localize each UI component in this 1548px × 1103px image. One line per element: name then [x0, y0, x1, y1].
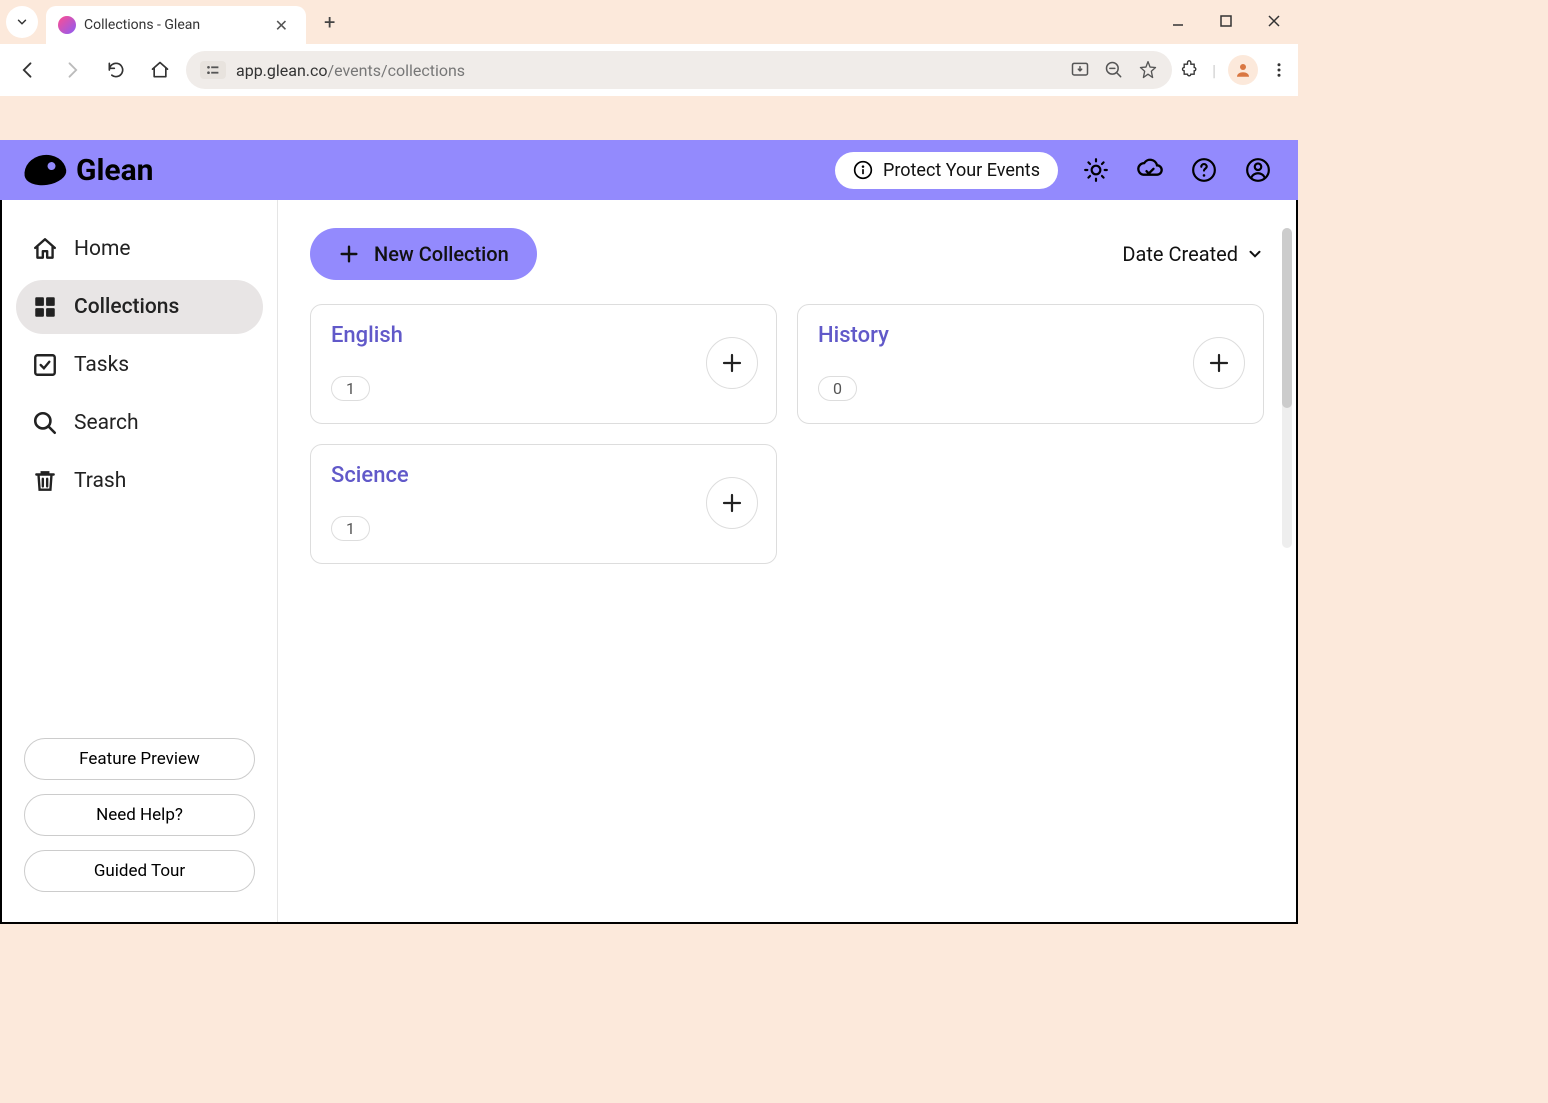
- logo[interactable]: Glean: [24, 153, 153, 188]
- checkbox-icon: [32, 352, 58, 378]
- main-content: New Collection Date Created English 1 Hi…: [278, 200, 1296, 922]
- sidebar-item-trash[interactable]: Trash: [16, 454, 263, 508]
- logo-text: Glean: [76, 153, 153, 188]
- tab-close-button[interactable]: ✕: [269, 14, 294, 37]
- browser-chrome: Collections - Glean ✕ + app.glean.: [0, 0, 1298, 140]
- sort-dropdown[interactable]: Date Created: [1122, 242, 1264, 266]
- app-body: Home Collections Tasks Search Trash Feat…: [0, 200, 1298, 924]
- collection-add-button[interactable]: [706, 477, 758, 529]
- collection-count: 0: [818, 376, 857, 401]
- new-tab-button[interactable]: +: [316, 6, 343, 38]
- tab-bar: Collections - Glean ✕ +: [0, 0, 1298, 44]
- menu-button[interactable]: [1270, 61, 1288, 79]
- sync-status[interactable]: [1134, 154, 1166, 186]
- tab-search-dropdown[interactable]: [6, 6, 38, 38]
- profile-button[interactable]: [1228, 55, 1258, 85]
- tab-title: Collections - Glean: [84, 17, 261, 33]
- sort-label: Date Created: [1122, 242, 1238, 266]
- info-icon: [853, 160, 873, 180]
- protect-events-button[interactable]: Protect Your Events: [835, 152, 1058, 189]
- collection-add-button[interactable]: [706, 337, 758, 389]
- new-collection-button[interactable]: New Collection: [310, 228, 537, 280]
- collection-card[interactable]: Science 1: [310, 444, 777, 564]
- chevron-down-icon: [1246, 245, 1264, 263]
- sidebar-item-label: Search: [74, 411, 139, 435]
- collection-title: History: [818, 323, 1243, 348]
- forward-button[interactable]: [54, 52, 90, 88]
- collection-add-button[interactable]: [1193, 337, 1245, 389]
- collection-card[interactable]: History 0: [797, 304, 1264, 424]
- sidebar-item-label: Collections: [74, 295, 179, 319]
- bookmark-icon[interactable]: [1138, 60, 1158, 80]
- plus-icon: [1207, 351, 1231, 375]
- chevron-down-icon: [15, 15, 29, 29]
- logo-mark: [22, 152, 68, 188]
- reload-button[interactable]: [98, 52, 134, 88]
- zoom-icon[interactable]: [1104, 60, 1124, 80]
- theme-toggle[interactable]: [1080, 154, 1112, 186]
- sidebar-item-collections[interactable]: Collections: [16, 280, 263, 334]
- browser-gap: [0, 96, 1298, 140]
- protect-label: Protect Your Events: [883, 160, 1040, 181]
- site-info-icon[interactable]: [200, 61, 226, 79]
- tab-favicon: [58, 16, 76, 34]
- need-help-button[interactable]: Need Help?: [24, 794, 255, 836]
- browser-tab[interactable]: Collections - Glean ✕: [46, 6, 306, 44]
- extensions-icon[interactable]: [1180, 60, 1200, 80]
- plus-icon: [720, 351, 744, 375]
- new-collection-label: New Collection: [374, 242, 509, 266]
- home-button[interactable]: [142, 52, 178, 88]
- window-controls: [1160, 6, 1292, 36]
- back-button[interactable]: [10, 52, 46, 88]
- close-window-button[interactable]: [1256, 6, 1292, 36]
- collection-count: 1: [331, 376, 370, 401]
- collection-count: 1: [331, 516, 370, 541]
- app-header: Glean Protect Your Events: [0, 140, 1298, 200]
- guided-tour-button[interactable]: Guided Tour: [24, 850, 255, 892]
- sidebar-item-home[interactable]: Home: [16, 222, 263, 276]
- address-row: app.glean.co/events/collections |: [0, 44, 1298, 96]
- plus-icon: [338, 243, 360, 265]
- account-button[interactable]: [1242, 154, 1274, 186]
- grid-icon: [32, 294, 58, 320]
- install-app-icon[interactable]: [1070, 60, 1090, 80]
- search-icon: [32, 410, 58, 436]
- feature-preview-button[interactable]: Feature Preview: [24, 738, 255, 780]
- collection-card[interactable]: English 1: [310, 304, 777, 424]
- collection-title: Science: [331, 463, 756, 488]
- collection-title: English: [331, 323, 756, 348]
- url-path: /events/collections: [328, 61, 466, 80]
- scrollbar[interactable]: [1282, 228, 1292, 548]
- sidebar-item-search[interactable]: Search: [16, 396, 263, 450]
- address-bar[interactable]: app.glean.co/events/collections: [186, 51, 1172, 89]
- maximize-button[interactable]: [1208, 6, 1244, 36]
- sidebar-item-label: Home: [74, 237, 131, 261]
- collections-grid: English 1 History 0 Science 1: [310, 304, 1264, 564]
- help-button[interactable]: [1188, 154, 1220, 186]
- url-text: app.glean.co/events/collections: [236, 61, 465, 80]
- minimize-button[interactable]: [1160, 6, 1196, 36]
- plus-icon: [720, 491, 744, 515]
- sidebar-item-label: Trash: [74, 469, 126, 493]
- scrollbar-thumb[interactable]: [1282, 228, 1292, 408]
- url-host: app.glean.co: [236, 61, 328, 80]
- sidebar-item-label: Tasks: [74, 353, 129, 377]
- main-toolbar: New Collection Date Created: [310, 228, 1264, 280]
- sidebar: Home Collections Tasks Search Trash Feat…: [2, 200, 278, 922]
- trash-icon: [32, 468, 58, 494]
- sidebar-bottom: Feature Preview Need Help? Guided Tour: [16, 730, 263, 900]
- home-icon: [32, 236, 58, 262]
- sidebar-item-tasks[interactable]: Tasks: [16, 338, 263, 392]
